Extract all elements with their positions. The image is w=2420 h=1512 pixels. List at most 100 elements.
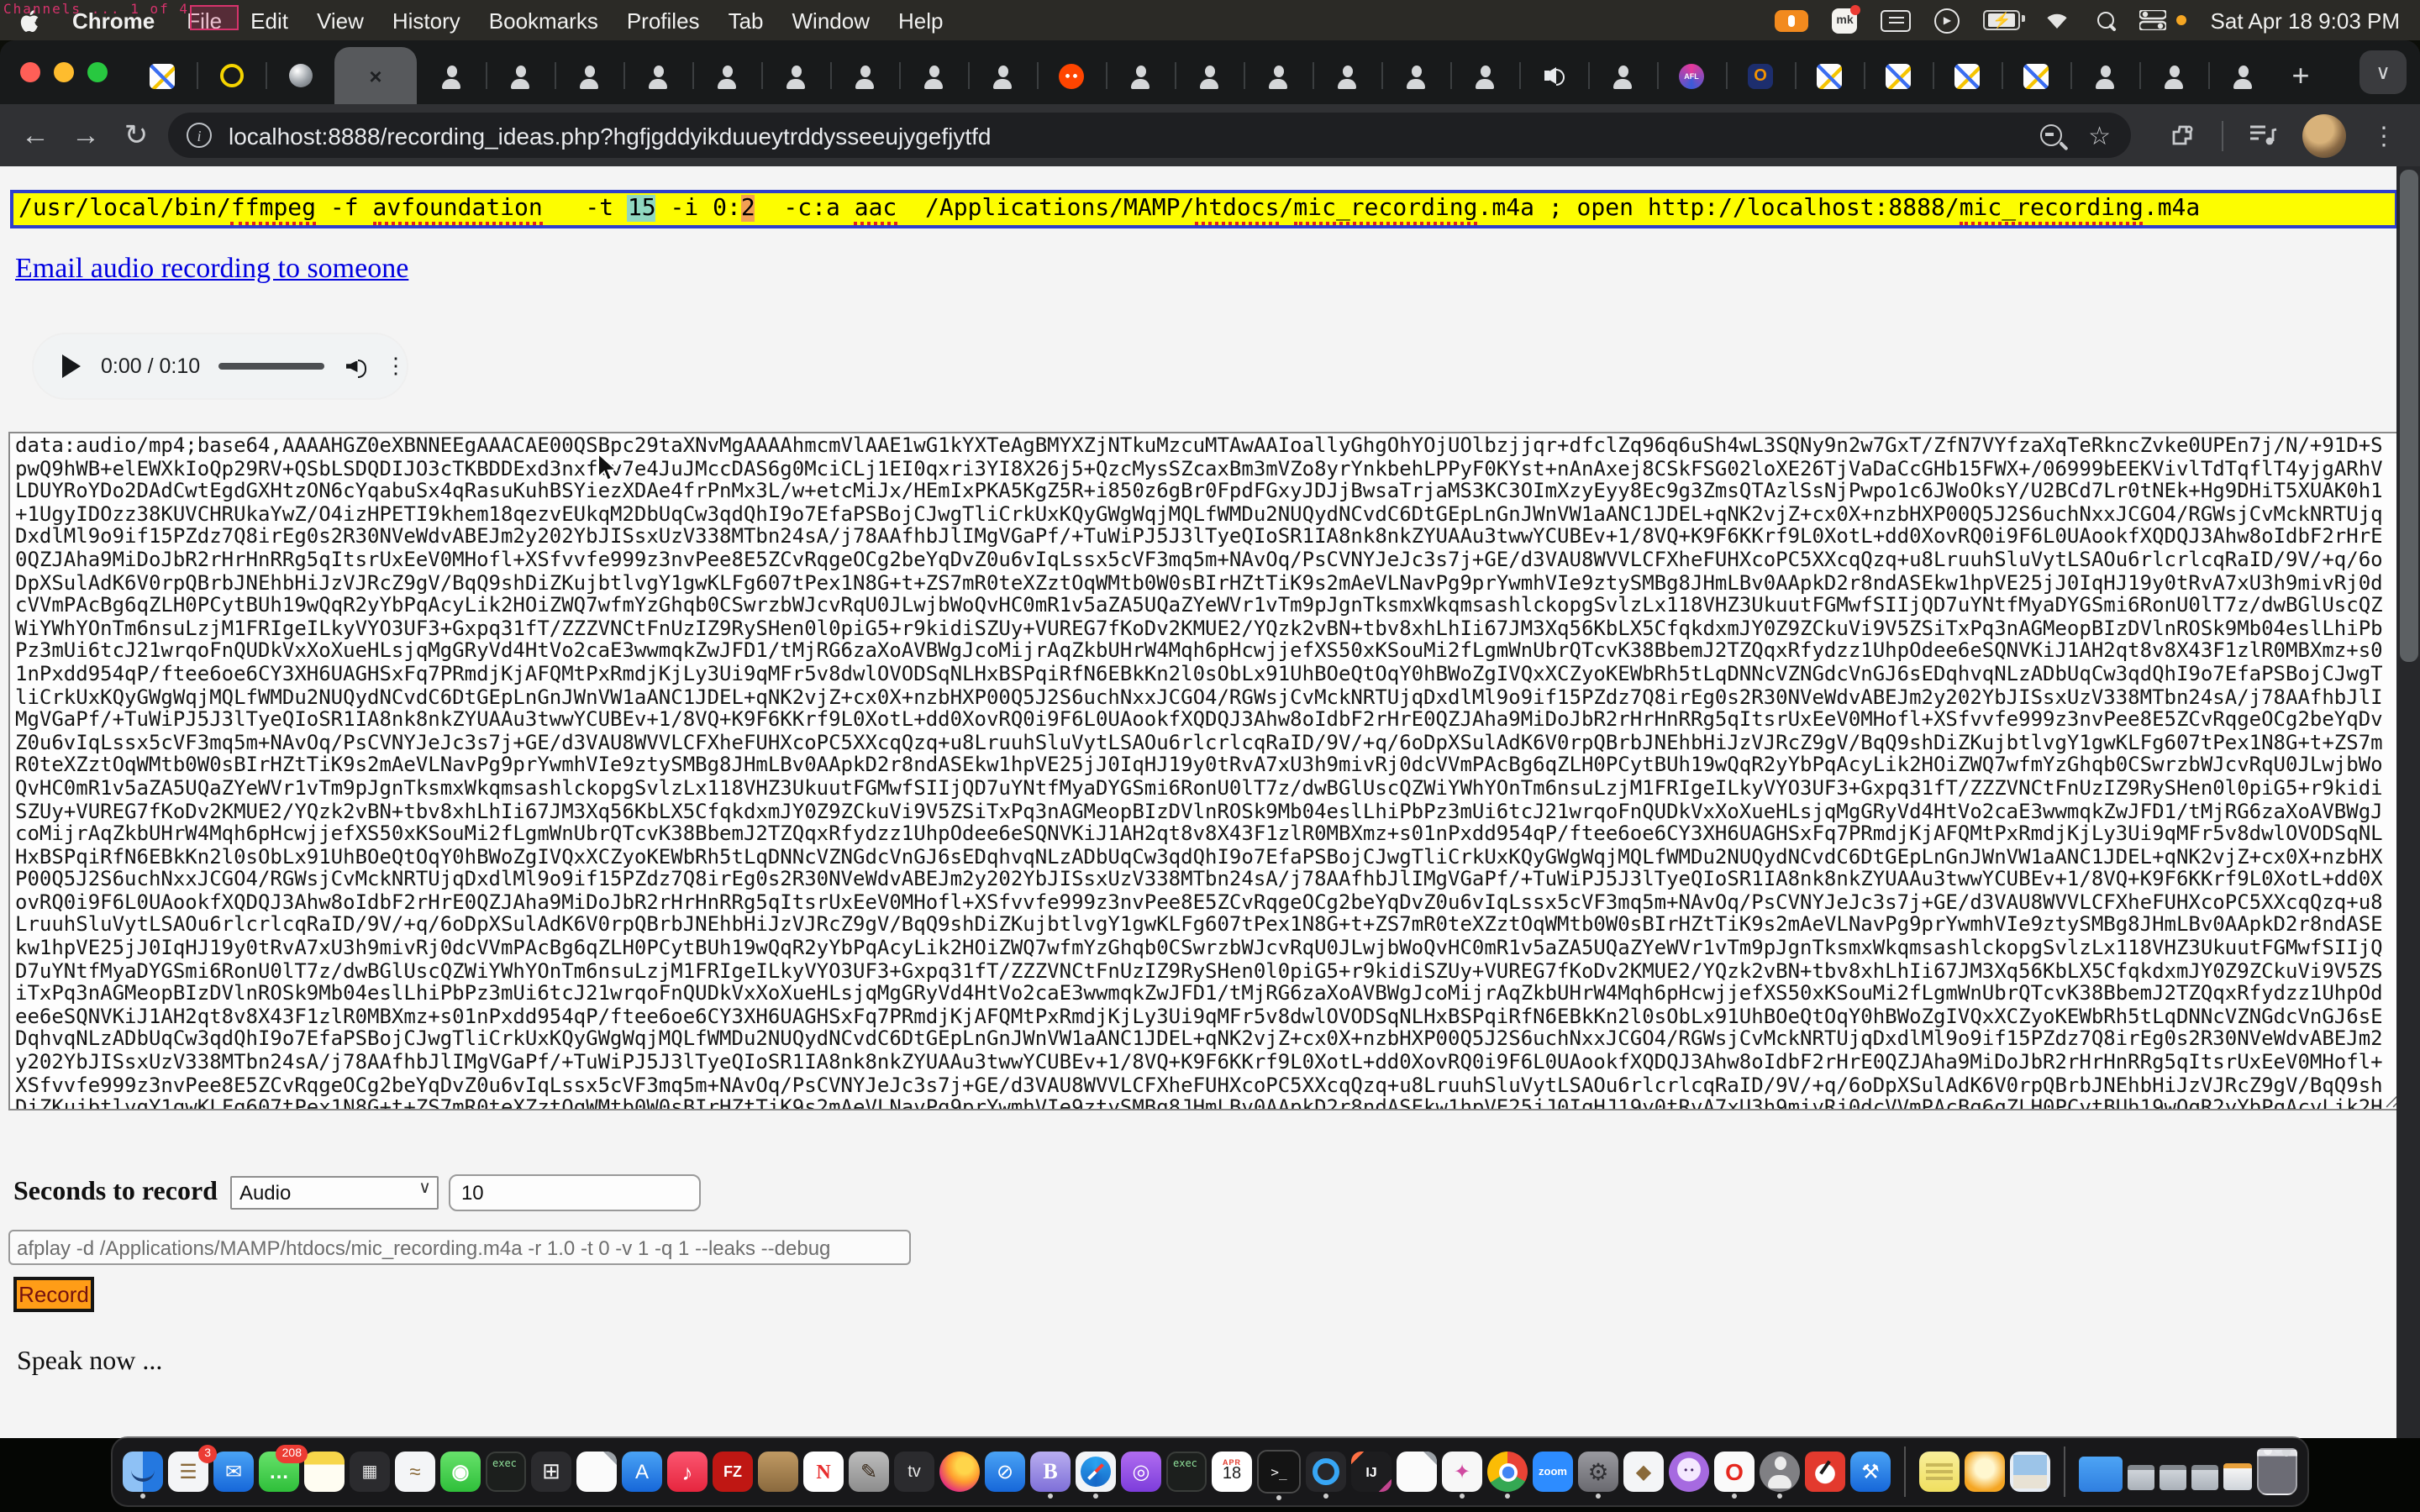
tab-active[interactable]: × [334,47,417,104]
tab-12[interactable] [899,47,968,104]
tab-5[interactable] [417,47,486,104]
tab-20[interactable] [1450,47,1519,104]
new-tab-button[interactable]: + [2279,54,2323,97]
tab-10[interactable] [761,47,830,104]
browser-menu-icon[interactable]: ⋮ [2371,120,2396,150]
dock-item-hammer-app[interactable]: ⚒ [1850,1452,1891,1492]
dock-item-quicktime[interactable] [1306,1452,1346,1492]
dock-item-calendar[interactable]: 18 [1212,1452,1252,1492]
dock-item-podcasts[interactable]: ◎ [1121,1452,1161,1492]
url-text[interactable]: localhost:8888/recording_ideas.php?hgfjg… [229,122,992,149]
tab-14[interactable] [1037,47,1106,104]
dock-item-zoom[interactable]: zoom [1533,1452,1573,1492]
email-recording-link[interactable]: Email audio recording to someone [15,252,408,286]
wifi-icon[interactable] [2044,10,2071,30]
dock-item-music[interactable]: ♪ [667,1452,708,1492]
page-scrollbar-thumb[interactable] [2399,170,2417,662]
afplay-command-input[interactable] [8,1230,911,1265]
dock-item-calculator[interactable]: ⊞ [531,1452,571,1492]
spotlight-search-icon[interactable] [2095,9,2117,31]
dock-item-bbedit[interactable]: B [1030,1452,1071,1492]
extensions-icon[interactable] [2170,122,2196,149]
tab-24[interactable]: O [1726,47,1795,104]
dock-item-selfcontrol[interactable]: ⊘ [985,1452,1025,1492]
dock-item-minimized-window-2[interactable] [2160,1454,2186,1489]
tab-29[interactable] [2070,47,2139,104]
tab-11[interactable] [830,47,899,104]
zoom-out-icon[interactable] [2039,124,2061,146]
dock-item-photos-brown-app[interactable] [758,1452,798,1492]
tab-3[interactable] [266,47,334,104]
dock-item-speedometer-app[interactable] [1805,1452,1845,1492]
dock-item-script-editor[interactable]: exec [486,1452,526,1492]
back-button[interactable]: ← [10,118,60,152]
tab-30[interactable] [2139,47,2208,104]
tab-31[interactable] [2208,47,2277,104]
dock-item-mail[interactable]: ✉ [213,1452,254,1492]
dock-item-intellij-idea[interactable]: IJ [1351,1452,1392,1492]
dock-item-opera[interactable]: O [1714,1452,1754,1492]
dock-item-messages[interactable]: …208 [259,1452,299,1492]
dock-item-inkscape[interactable]: ◆ [1623,1452,1664,1492]
record-type-select[interactable]: Audio [231,1176,439,1210]
ffmpeg-command-input[interactable]: /usr/local/bin/ffmpeg -f avfoundation -t… [10,190,2398,228]
site-info-icon[interactable]: i [187,123,212,148]
dock-item-terminal[interactable]: >_ [1257,1450,1301,1494]
dock-item-idea-bulb-app[interactable] [1965,1452,2005,1492]
tab-2[interactable] [197,47,266,104]
control-center-icon[interactable] [2140,10,2187,30]
base64-textarea[interactable] [8,432,2402,1110]
dock-item-person-app[interactable] [1760,1452,1800,1492]
dock-item-safari[interactable] [1076,1452,1116,1492]
dock-item-downloads-folder[interactable] [2079,1452,2123,1492]
bookmark-star-icon[interactable]: ☆ [2088,120,2111,150]
dock-item-finder[interactable] [123,1452,163,1492]
tab-19[interactable] [1381,47,1450,104]
mk-app-icon[interactable]: mk [1833,8,1858,33]
tab-22[interactable] [1588,47,1657,104]
tab-25[interactable] [1795,47,1864,104]
menu-edit[interactable]: Edit [250,8,288,33]
menu-tab[interactable]: Tab [729,8,764,33]
reload-button[interactable]: ↻ [111,118,161,152]
dock-item-app-store[interactable]: A [622,1452,662,1492]
tab-13[interactable] [968,47,1037,104]
dock-item-trash[interactable] [2257,1448,2297,1495]
dock-item-apple-tv[interactable]: tv [894,1452,934,1492]
menu-view[interactable]: View [317,8,364,33]
tab-search-button[interactable]: ∨ [2360,50,2407,94]
dock-item-system-settings[interactable]: ⚙ [1578,1452,1618,1492]
record-button[interactable]: Record [13,1277,94,1312]
tab-17[interactable] [1244,47,1313,104]
menu-history[interactable]: History [392,8,460,33]
tab-6[interactable] [486,47,555,104]
tab-23[interactable]: AFL [1657,47,1726,104]
dock-item-freeform[interactable]: ≈ [395,1452,435,1492]
dock-item-textedit[interactable] [576,1452,617,1492]
forward-button[interactable]: → [60,118,111,152]
tab-28[interactable] [2002,47,2070,104]
page-scrollbar[interactable] [2396,166,2420,1438]
minimize-window-button[interactable] [54,62,74,82]
dock-item-launchpad[interactable]: ▦ [350,1452,390,1492]
dock-item-stickies[interactable] [1919,1452,1960,1492]
tab-21[interactable] [1519,47,1588,104]
dock-item-firefox[interactable] [939,1452,980,1492]
profile-avatar[interactable] [2302,113,2346,157]
dock-item-chrome[interactable] [1487,1452,1528,1492]
dock-item-minimized-window-1[interactable] [2128,1454,2154,1489]
tab-26[interactable] [1864,47,1933,104]
tab-9[interactable] [692,47,761,104]
dock-item-cat-app[interactable]: • • [1669,1452,1709,1492]
dock-item-filezilla[interactable]: FZ [713,1452,753,1492]
dock-item-minimized-window-3[interactable] [2191,1454,2218,1489]
dock-item-facetime[interactable]: ◉ [440,1452,481,1492]
dock-item-screenshot-preview[interactable] [2010,1452,2050,1492]
tab-1[interactable] [128,47,197,104]
dock-item-reminders[interactable]: ☰3 [168,1452,208,1492]
zoom-window-button[interactable] [87,62,108,82]
seconds-input[interactable] [450,1174,702,1211]
dock-item-minimized-chrome-window[interactable] [2223,1454,2252,1489]
play-circle-icon[interactable]: ▶ [1935,8,1960,33]
address-bar[interactable]: i localhost:8888/recording_ideas.php?hgf… [168,113,2131,158]
